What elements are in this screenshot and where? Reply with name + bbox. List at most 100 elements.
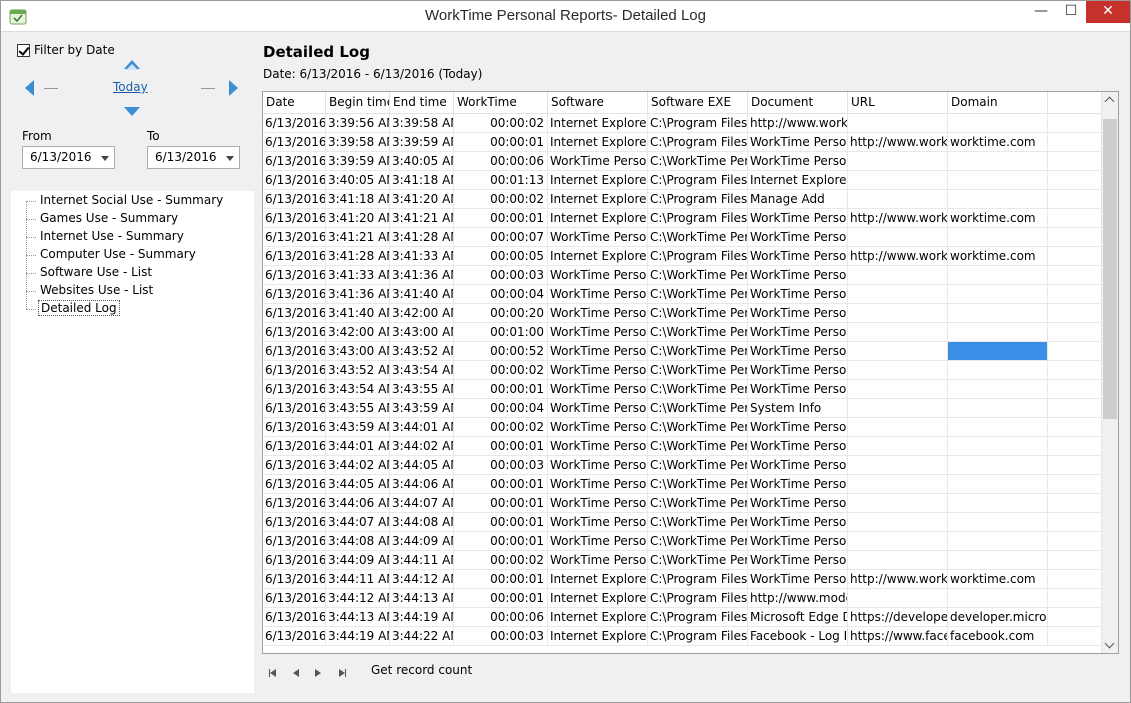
today-link[interactable]: Today — [113, 80, 148, 94]
table-cell[interactable] — [948, 228, 1048, 247]
table-cell[interactable]: 6/13/2016 — [263, 627, 326, 646]
table-cell[interactable] — [948, 456, 1048, 475]
table-cell[interactable]: Internet Explorer — [548, 133, 648, 152]
table-cell[interactable]: 6/13/2016 — [263, 114, 326, 133]
table-cell[interactable]: 6/13/2016 — [263, 285, 326, 304]
table-row[interactable]: 6/13/2016 3:42:00 AM 3:43:00 AM 00:01:00 Wor… — [263, 323, 1102, 342]
table-cell[interactable]: 3:44:19 AM — [326, 627, 390, 646]
table-cell[interactable]: WorkTime Person — [548, 342, 648, 361]
table-cell[interactable]: 00:00:20 — [454, 304, 548, 323]
table-cell[interactable]: 00:00:02 — [454, 551, 548, 570]
table-cell[interactable]: WorkTime Person — [548, 475, 648, 494]
table-cell[interactable]: WorkTime Person — [748, 304, 848, 323]
table-cell[interactable]: 00:00:01 — [454, 532, 548, 551]
table-cell[interactable]: C:\WorkTime Pers — [648, 494, 748, 513]
table-cell[interactable]: WorkTime Person — [748, 513, 848, 532]
table-cell[interactable]: WorkTime Person — [748, 209, 848, 228]
table-cell[interactable]: 3:44:13 AM — [326, 608, 390, 627]
table-cell[interactable]: 3:44:09 AM — [326, 551, 390, 570]
next-record-icon[interactable] — [315, 666, 325, 677]
table-cell[interactable] — [1048, 418, 1102, 437]
table-cell[interactable]: C:\WorkTime Pers — [648, 456, 748, 475]
table-cell[interactable]: WorkTime Person — [548, 152, 648, 171]
chevron-down-icon[interactable] — [101, 156, 109, 161]
table-cell[interactable]: 3:44:07 AM — [390, 494, 454, 513]
table-cell[interactable] — [948, 171, 1048, 190]
table-cell[interactable]: 6/13/2016 — [263, 570, 326, 589]
table-cell[interactable]: 00:00:06 — [454, 152, 548, 171]
table-cell[interactable]: C:\Program Files\I — [648, 589, 748, 608]
table-cell[interactable] — [1048, 266, 1102, 285]
table-cell[interactable]: 3:43:59 AM — [326, 418, 390, 437]
table-cell[interactable]: WorkTime Person — [748, 152, 848, 171]
table-cell[interactable]: 00:00:01 — [454, 437, 548, 456]
table-cell[interactable] — [1048, 475, 1102, 494]
table-cell[interactable] — [948, 589, 1048, 608]
table-cell[interactable] — [1048, 399, 1102, 418]
table-cell[interactable]: WorkTime Person — [748, 437, 848, 456]
table-cell[interactable]: C:\WorkTime Pers — [648, 304, 748, 323]
table-cell[interactable]: 6/13/2016 — [263, 551, 326, 570]
table-cell[interactable]: 00:00:07 — [454, 228, 548, 247]
table-cell[interactable] — [948, 285, 1048, 304]
table-cell[interactable]: WorkTime Person — [748, 228, 848, 247]
table-cell[interactable]: 6/13/2016 — [263, 342, 326, 361]
table-cell[interactable] — [1048, 228, 1102, 247]
table-cell[interactable] — [948, 152, 1048, 171]
table-cell[interactable]: 3:39:59 AM — [326, 152, 390, 171]
table-cell[interactable]: 3:43:52 AM — [390, 342, 454, 361]
table-cell[interactable]: WorkTime Person — [748, 475, 848, 494]
table-cell[interactable] — [848, 190, 948, 209]
from-date-picker[interactable]: 6/13/2016 — [22, 146, 115, 169]
table-cell[interactable] — [848, 171, 948, 190]
table-cell[interactable] — [948, 399, 1048, 418]
table-cell[interactable]: 3:41:18 AM — [390, 171, 454, 190]
table-row[interactable]: 6/13/2016 3:43:52 AM 3:43:54 AM 00:00:02 Wor… — [263, 361, 1102, 380]
table-cell[interactable] — [848, 323, 948, 342]
table-cell[interactable]: C:\WorkTime Pers — [648, 532, 748, 551]
table-cell[interactable]: 6/13/2016 — [263, 304, 326, 323]
column-header[interactable]: Domain — [948, 92, 1048, 114]
table-cell[interactable] — [848, 418, 948, 437]
table-cell[interactable]: 00:00:06 — [454, 608, 548, 627]
table-cell[interactable]: C:\WorkTime Pers — [648, 380, 748, 399]
table-cell[interactable] — [1048, 551, 1102, 570]
table-cell[interactable]: 3:41:33 AM — [326, 266, 390, 285]
table-cell[interactable]: 3:44:08 AM — [390, 513, 454, 532]
table-cell[interactable]: 3:43:52 AM — [326, 361, 390, 380]
table-cell[interactable]: C:\WorkTime Pers — [648, 399, 748, 418]
to-date-picker[interactable]: 6/13/2016 — [147, 146, 240, 169]
table-cell[interactable]: worktime.com — [948, 247, 1048, 266]
table-cell[interactable] — [948, 494, 1048, 513]
table-cell[interactable]: Internet Explorer — [548, 209, 648, 228]
table-cell[interactable]: http://www.workt — [848, 247, 948, 266]
table-cell[interactable] — [948, 342, 1048, 361]
table-cell[interactable]: 3:44:05 AM — [326, 475, 390, 494]
table-cell[interactable]: WorkTime Person — [748, 456, 848, 475]
table-row[interactable]: 6/13/2016 3:44:01 AM 3:44:02 AM 00:00:01 Wor… — [263, 437, 1102, 456]
table-cell[interactable]: 00:00:04 — [454, 285, 548, 304]
table-cell[interactable] — [1048, 209, 1102, 228]
table-row[interactable]: 6/13/2016 3:40:05 AM 3:41:18 AM 00:01:13 Int… — [263, 171, 1102, 190]
table-cell[interactable]: C:\Program Files\I — [648, 247, 748, 266]
table-cell[interactable]: 3:41:28 AM — [390, 228, 454, 247]
table-cell[interactable]: 3:44:01 AM — [326, 437, 390, 456]
table-cell[interactable]: 3:44:02 AM — [326, 456, 390, 475]
table-cell[interactable] — [1048, 190, 1102, 209]
table-cell[interactable]: 3:43:00 AM — [326, 342, 390, 361]
table-cell[interactable]: C:\WorkTime Pers — [648, 437, 748, 456]
table-cell[interactable]: 6/13/2016 — [263, 190, 326, 209]
table-cell[interactable]: WorkTime Person — [548, 551, 648, 570]
table-cell[interactable]: 3:41:20 AM — [390, 190, 454, 209]
table-cell[interactable]: 3:41:36 AM — [390, 266, 454, 285]
table-cell[interactable] — [848, 475, 948, 494]
table-cell[interactable] — [848, 228, 948, 247]
table-cell[interactable]: 3:44:08 AM — [326, 532, 390, 551]
table-cell[interactable] — [848, 456, 948, 475]
table-row[interactable]: 6/13/2016 3:39:59 AM 3:40:05 AM 00:00:06 Wor… — [263, 152, 1102, 171]
table-cell[interactable]: 6/13/2016 — [263, 437, 326, 456]
table-cell[interactable] — [948, 190, 1048, 209]
table-cell[interactable]: worktime.com — [948, 570, 1048, 589]
table-cell[interactable]: https://www.facel — [848, 627, 948, 646]
table-cell[interactable]: 3:42:00 AM — [390, 304, 454, 323]
